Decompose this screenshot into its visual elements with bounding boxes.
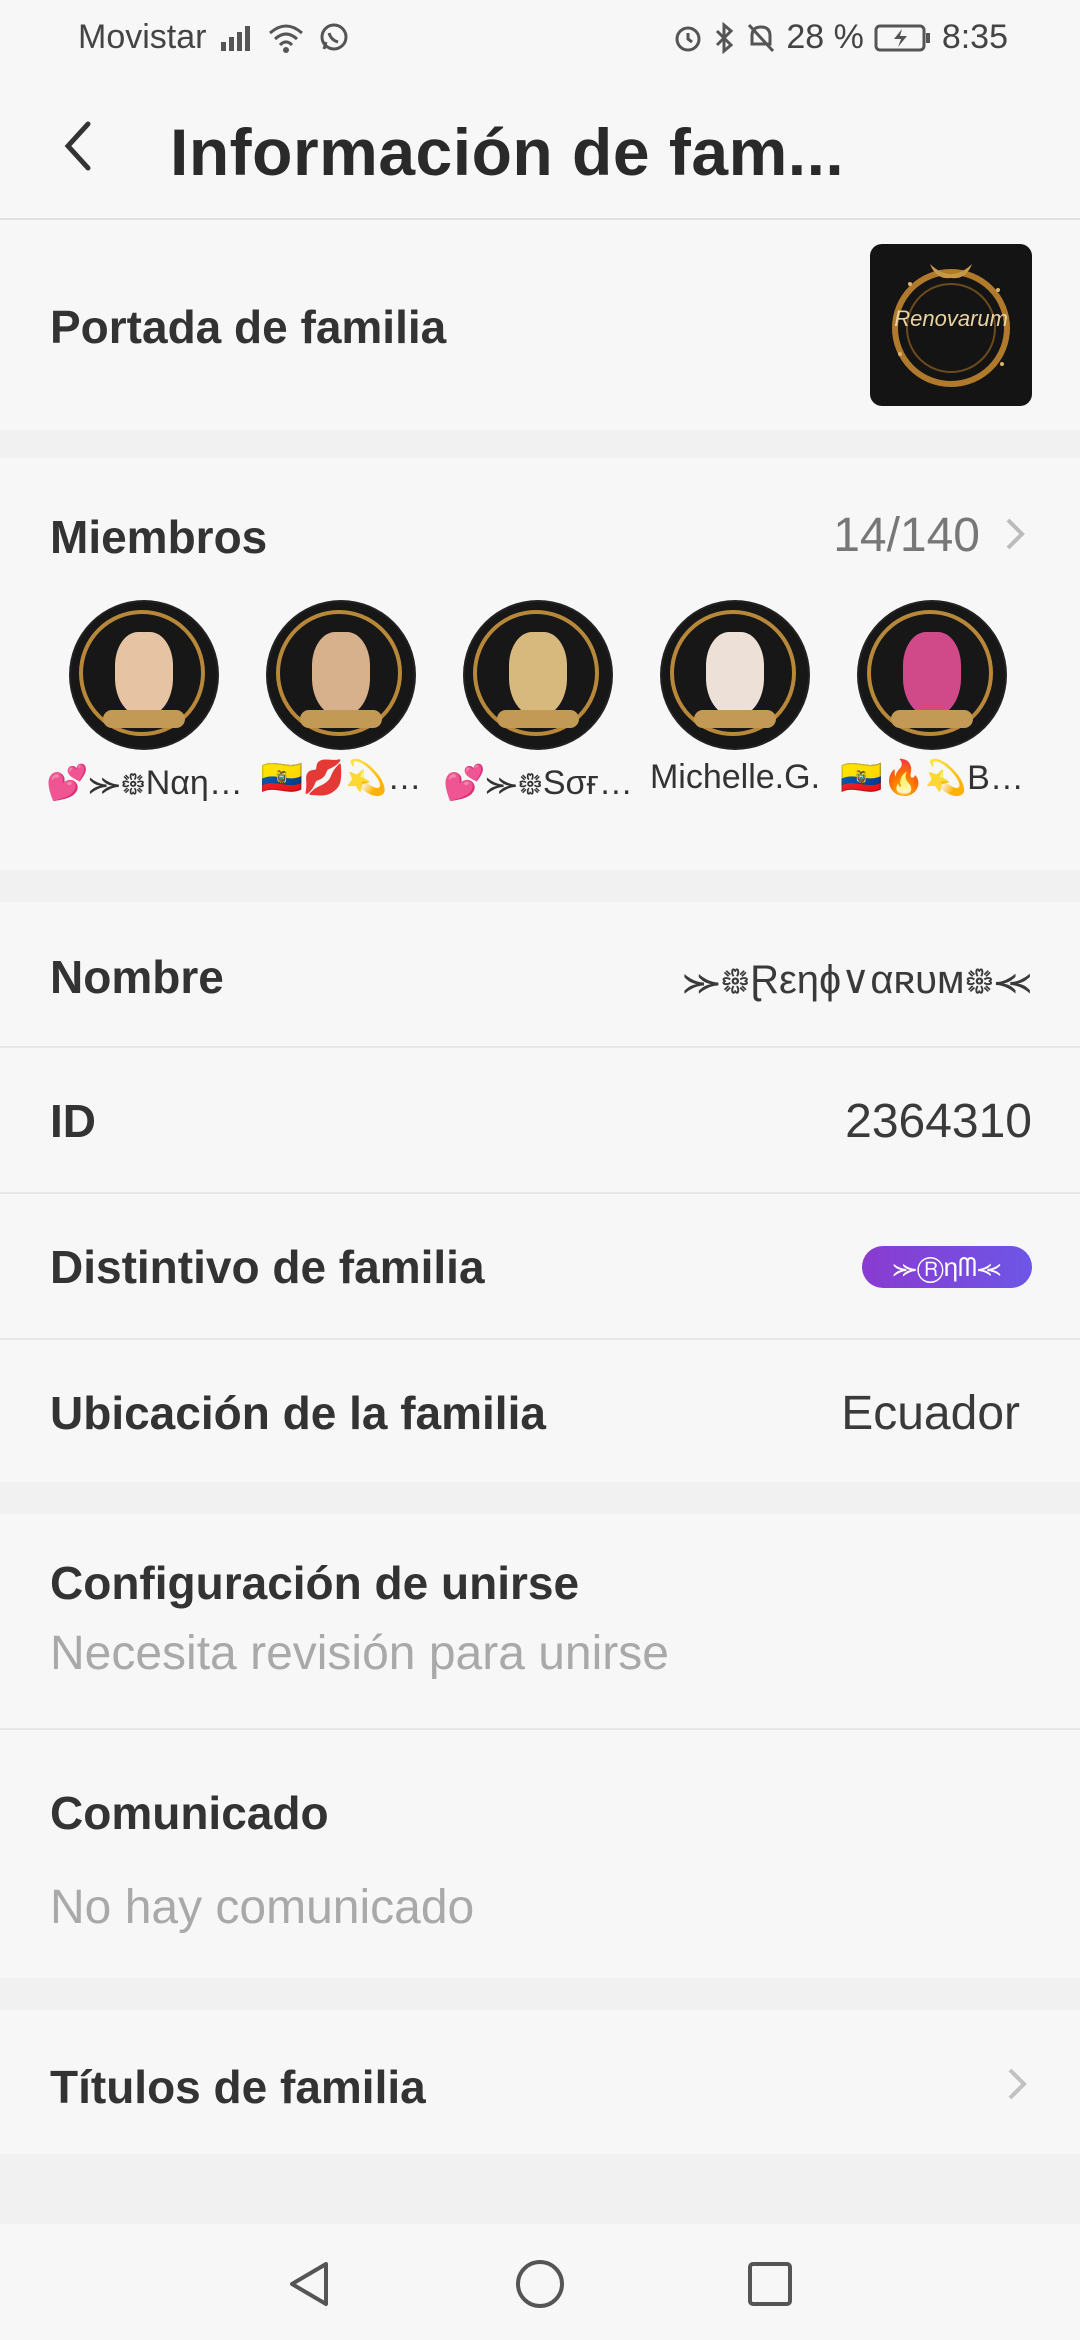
location-row: Ubicación de la familia Ecuador xyxy=(0,1340,1080,1482)
member-avatar[interactable] xyxy=(662,602,808,748)
join-setting-row[interactable]: Configuración de unirse Necesita revisió… xyxy=(0,1514,1080,1730)
battery-percent: 28 % xyxy=(786,18,864,56)
member-item[interactable]: 🇪🇨💋💫… xyxy=(243,602,439,798)
members-section: Miembros 14/140 💕⪼᪥Nαη… 🇪🇨💋💫… 💕⪼᪥Sσғ… Mi… xyxy=(0,458,1080,870)
family-badge: ⪼Ⓡηᗰ⪻ xyxy=(862,1246,1032,1288)
family-titles-row[interactable]: Títulos de familia xyxy=(0,2010,1080,2154)
recents-nav-icon[interactable] xyxy=(740,2254,800,2314)
id-row: ID 2364310 xyxy=(0,1048,1080,1194)
member-name: 🇪🇨🔥💫B… xyxy=(840,759,1024,797)
system-navigation-bar xyxy=(0,2224,1080,2340)
chevron-right-icon[interactable] xyxy=(1006,2064,1030,2104)
wifi-icon xyxy=(269,24,304,53)
name-value: ⪼᪥Ɽεηɸ∨αʀυм᪥⪻ xyxy=(682,958,1032,1002)
cover-logo-text: Renovarum xyxy=(894,306,1008,331)
location-label: Ubicación de la familia xyxy=(50,1387,546,1439)
clock: 8:35 xyxy=(941,18,1008,56)
badge-label: Distintivo de familia xyxy=(50,1241,485,1293)
id-label: ID xyxy=(50,1095,96,1147)
cover-label: Portada de familia xyxy=(50,301,447,353)
name-label: Nombre xyxy=(50,951,224,1003)
badge-row: Distintivo de familia ⪼Ⓡηᗰ⪻ xyxy=(0,1194,1080,1340)
details-section: Nombre ⪼᪥Ɽεηɸ∨αʀυм᪥⪻ ID 2364310 Distinti… xyxy=(0,902,1080,1482)
back-arrow-icon[interactable] xyxy=(48,114,112,178)
mute-icon xyxy=(748,23,775,52)
member-name: Michelle.G. xyxy=(649,758,821,796)
announcement-row[interactable]: Comunicado No hay comunicado xyxy=(0,1730,1080,1978)
member-avatar[interactable] xyxy=(268,602,414,748)
announcement-value: No hay comunicado xyxy=(50,1881,475,1934)
member-name: 💕⪼᪥Nαη… xyxy=(46,764,242,802)
back-nav-icon[interactable] xyxy=(280,2254,340,2314)
signal-icon xyxy=(221,25,251,51)
announcement-label: Comunicado xyxy=(50,1787,329,1839)
members-label: Miembros xyxy=(50,511,268,563)
join-setting-value: Necesita revisión para unirse xyxy=(50,1627,669,1680)
member-avatar[interactable] xyxy=(859,602,1005,748)
top-app-bar: Información de fam... xyxy=(0,74,1080,220)
family-titles-label: Títulos de familia xyxy=(50,2061,426,2113)
status-bar: Movistar 28 % 8:35 xyxy=(0,0,1080,74)
members-count[interactable]: 14/140 xyxy=(833,508,980,563)
member-avatar[interactable] xyxy=(465,602,611,748)
member-item[interactable]: 💕⪼᪥Nαη… xyxy=(46,602,242,812)
alarm-icon xyxy=(675,26,701,51)
join-setting-label: Configuración de unirse xyxy=(50,1557,580,1609)
page-title: Información de fam... xyxy=(170,115,845,189)
home-nav-icon[interactable] xyxy=(510,2254,570,2314)
battery-icon xyxy=(874,24,930,51)
carrier-name: Movistar xyxy=(78,18,207,56)
id-value: 2364310 xyxy=(845,1095,1032,1148)
chevron-right-icon[interactable] xyxy=(1004,514,1028,554)
member-name: 💕⪼᪥Sσғ… xyxy=(443,764,633,802)
name-row: Nombre ⪼᪥Ɽεηɸ∨αʀυм᪥⪻ xyxy=(0,902,1080,1048)
member-item[interactable]: 🇪🇨🔥💫B… xyxy=(834,602,1030,798)
bluetooth-icon xyxy=(716,21,734,54)
settings-section: Configuración de unirse Necesita revisió… xyxy=(0,1514,1080,1978)
member-item[interactable]: 💕⪼᪥Sσғ… xyxy=(440,602,636,812)
cover-row[interactable]: Portada de familia Renovarum xyxy=(0,220,1080,430)
whatsapp-icon xyxy=(320,23,348,50)
location-value: Ecuador xyxy=(841,1387,1020,1440)
member-avatar[interactable] xyxy=(71,602,217,748)
member-item[interactable]: Michelle.G. xyxy=(637,602,833,797)
member-name: 🇪🇨💋💫… xyxy=(260,759,422,797)
